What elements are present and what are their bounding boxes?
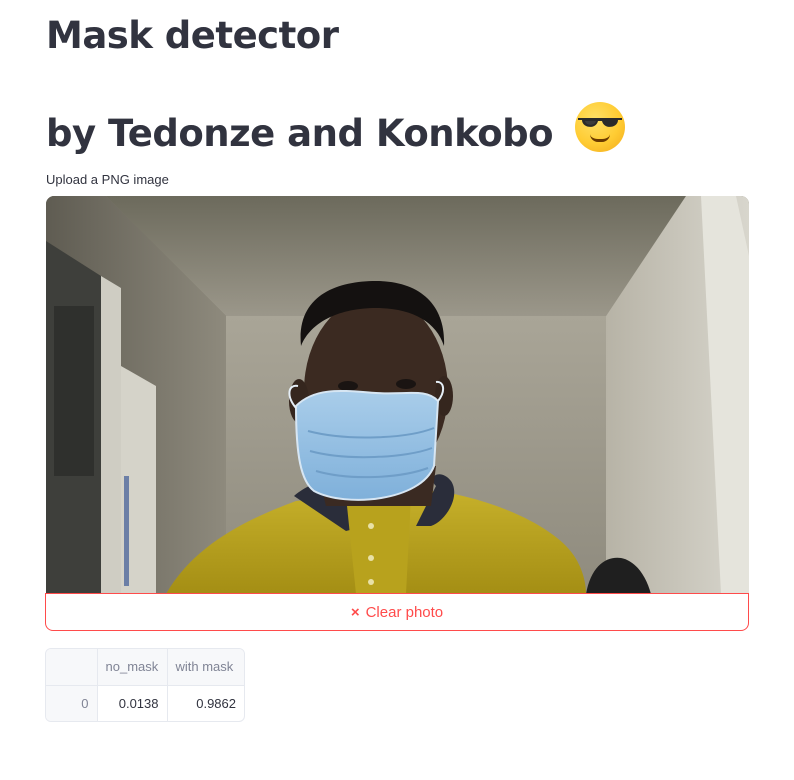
page-subtitle: by Tedonze and Konkobo [46,102,626,155]
smiling-face-with-sunglasses-icon [575,102,626,152]
table-row: 0 0.0138 0.9862 [46,685,244,721]
clear-photo-label: Clear photo [365,603,444,621]
results-table[interactable]: no_mask with mask 0 0.0138 0.9862 [45,648,245,722]
row-index: 0 [46,685,98,721]
column-header-with-mask[interactable]: with mask [167,649,244,686]
column-header-index [46,649,98,686]
page-subtitle-text: by Tedonze and Konkobo [46,112,554,155]
uploaded-photo [46,196,749,594]
upload-label: Upload a PNG image [46,172,169,187]
page-title-text: Mask detector [46,14,339,57]
column-header-no-mask[interactable]: no_mask [97,649,168,686]
photo-image [46,196,749,594]
cell-with-mask[interactable]: 0.9862 [167,685,244,721]
close-icon: × [350,603,360,621]
cell-no-mask[interactable]: 0.0138 [97,685,168,721]
table-header-row: no_mask with mask [46,649,244,686]
page-title: Mask detector [46,14,339,57]
clear-photo-button[interactable]: × Clear photo [45,593,749,631]
